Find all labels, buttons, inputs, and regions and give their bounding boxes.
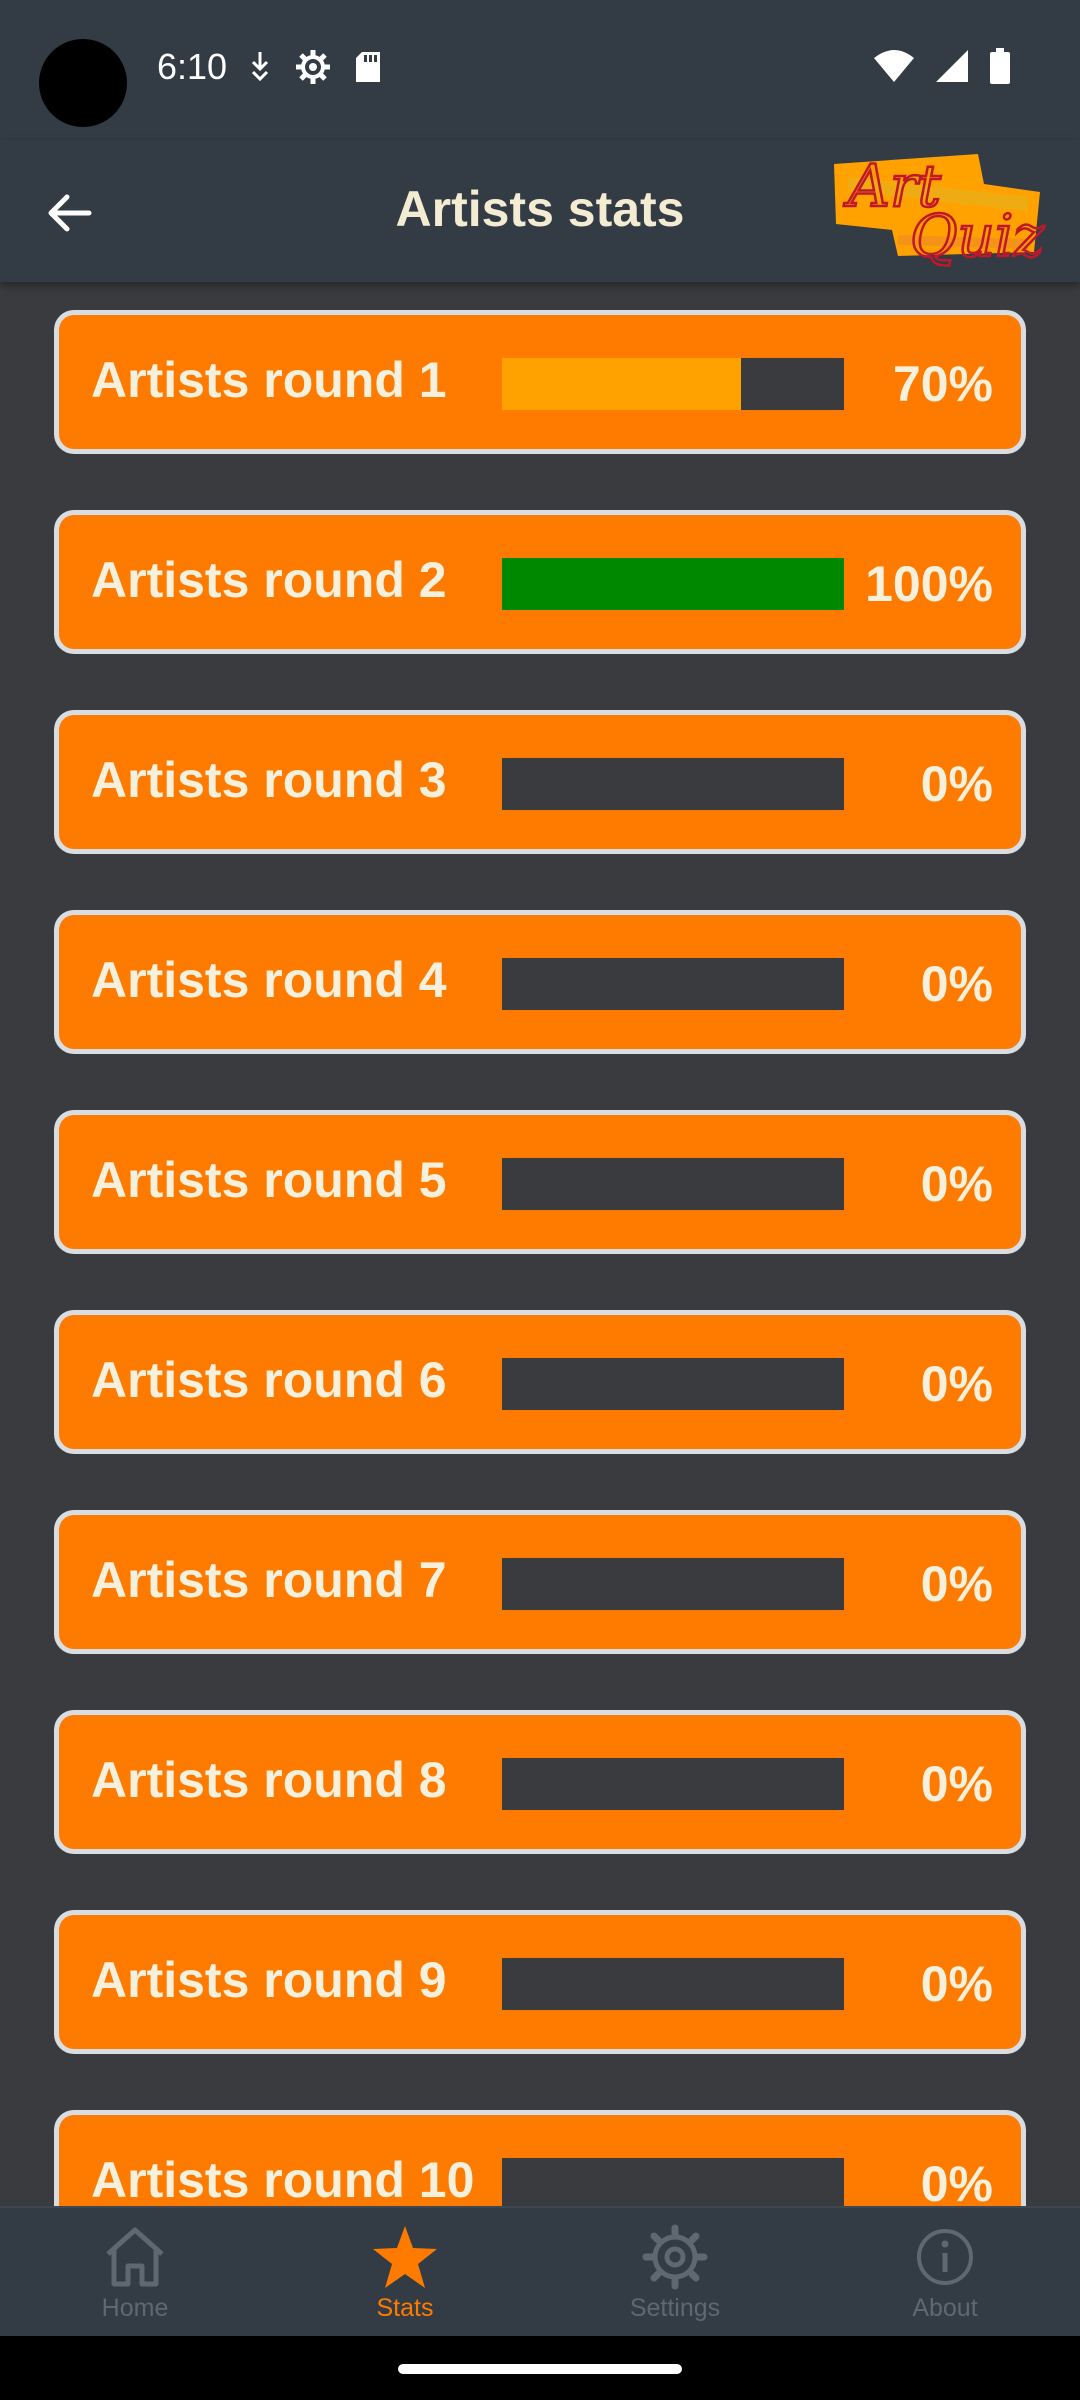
round-percent: 70% — [892, 356, 993, 412]
status-icons-left — [248, 48, 382, 91]
progress-bar — [502, 2158, 844, 2206]
status-time: 6:10 — [157, 46, 228, 87]
round-percent: 0% — [920, 1356, 993, 1412]
round-card[interactable]: Artists round 6 0% — [54, 1310, 1026, 1454]
gesture-handle[interactable] — [398, 2364, 682, 2374]
round-percent: 0% — [920, 956, 993, 1012]
app-bar: Artists stats Art Quiz — [0, 140, 1080, 282]
round-percent: 0% — [920, 2156, 993, 2206]
nav-label-home: Home — [101, 2294, 169, 2322]
progress-fill — [502, 558, 844, 610]
round-name: Artists round 3 — [91, 752, 447, 808]
settings-gear-icon — [294, 48, 332, 91]
round-name: Artists round 2 — [91, 552, 447, 608]
progress-bar — [502, 1558, 844, 1610]
round-percent: 0% — [920, 1556, 993, 1612]
round-card[interactable]: Artists round 9 0% — [54, 1910, 1026, 2054]
round-name: Artists round 7 — [91, 1552, 447, 1608]
round-card[interactable]: Artists round 4 0% — [54, 910, 1026, 1054]
art-quiz-logo: Art Quiz — [834, 151, 1046, 271]
round-name: Artists round 8 — [91, 1752, 447, 1808]
sd-card-icon — [354, 50, 382, 89]
round-percent: 100% — [865, 556, 993, 612]
round-percent: 0% — [920, 1756, 993, 1812]
round-card[interactable]: Artists round 7 0% — [54, 1510, 1026, 1654]
progress-bar — [502, 558, 844, 610]
progress-bar — [502, 958, 844, 1010]
round-card[interactable]: Artists round 1 70% — [54, 310, 1026, 454]
progress-bar — [502, 758, 844, 810]
progress-bar — [502, 1158, 844, 1210]
progress-bar — [502, 1758, 844, 1810]
round-percent: 0% — [920, 756, 993, 812]
nav-item-stats[interactable]: Stats — [270, 2208, 540, 2338]
round-card[interactable]: Artists round 3 0% — [54, 710, 1026, 854]
gear-icon — [642, 2224, 708, 2290]
progress-bar — [502, 1358, 844, 1410]
rounds-list[interactable]: Artists round 1 70% Artists round 2 100% Art… — [0, 282, 1080, 2206]
camera-cutout — [39, 39, 127, 127]
nav-label-about: About — [912, 2294, 978, 2322]
nav-item-about[interactable]: About — [810, 2208, 1080, 2338]
svg-text:Quiz: Quiz — [910, 202, 1044, 270]
round-name: Artists round 9 — [91, 1952, 447, 2008]
nav-item-home[interactable]: Home — [0, 2208, 270, 2338]
battery-icon — [990, 48, 1010, 89]
round-card[interactable]: Artists round 2 100% — [54, 510, 1026, 654]
progress-bar — [502, 358, 844, 410]
nav-label-stats: Stats — [376, 2294, 434, 2322]
nav-label-settings: Settings — [629, 2294, 721, 2322]
status-icons-right — [874, 48, 1010, 89]
progress-bar — [502, 1958, 844, 2010]
round-name: Artists round 10 — [91, 2152, 475, 2206]
cell-signal-icon — [936, 50, 968, 87]
round-percent: 0% — [920, 1156, 993, 1212]
star-icon — [373, 2226, 437, 2288]
info-icon — [917, 2229, 973, 2285]
nav-item-settings[interactable]: Settings — [540, 2208, 810, 2338]
round-name: Artists round 4 — [91, 952, 447, 1008]
status-bar: 6:10 — [0, 0, 1080, 140]
round-name: Artists round 5 — [91, 1152, 447, 1208]
gesture-bar — [0, 2336, 1080, 2400]
progress-fill — [502, 358, 742, 410]
round-name: Artists round 6 — [91, 1352, 447, 1408]
home-icon — [106, 2227, 164, 2287]
bottom-navigation: Home Stats Settings About — [0, 2206, 1080, 2336]
download-icon — [248, 50, 272, 89]
round-name: Artists round 1 — [91, 352, 447, 408]
wifi-icon — [874, 50, 914, 87]
round-card[interactable]: Artists round 5 0% — [54, 1110, 1026, 1254]
round-percent: 0% — [920, 1956, 993, 2012]
round-card[interactable]: Artists round 8 0% — [54, 1710, 1026, 1854]
round-card[interactable]: Artists round 10 0% — [54, 2110, 1026, 2206]
